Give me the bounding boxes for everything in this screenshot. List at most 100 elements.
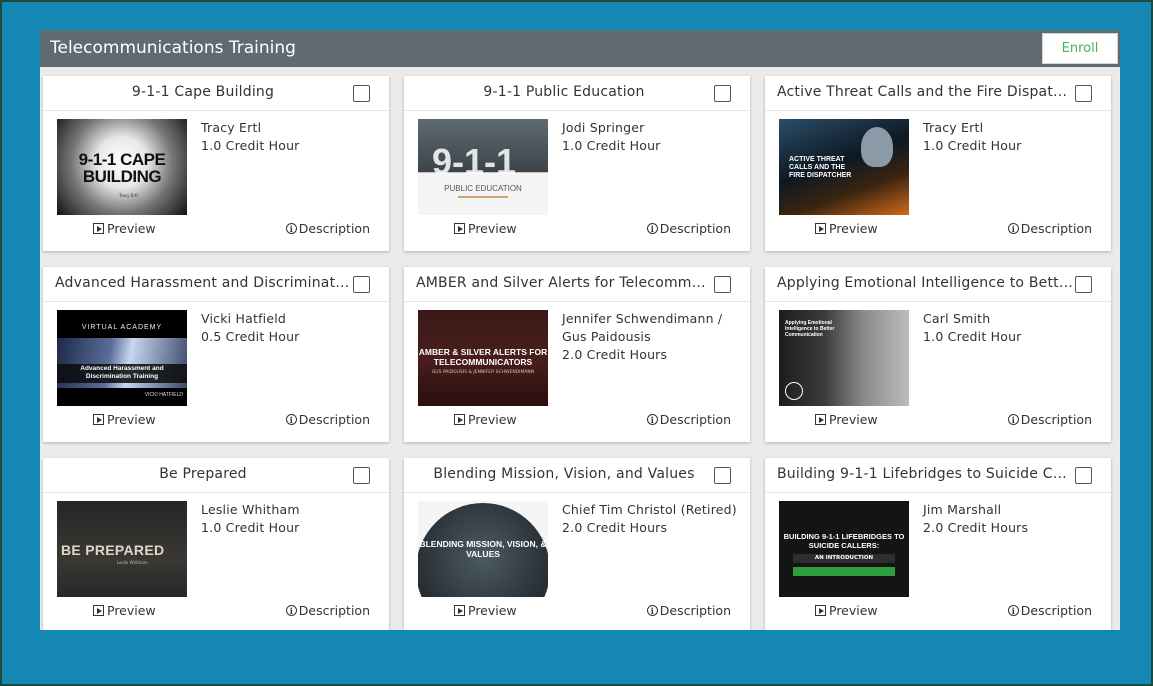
- course-title: 9-1-1 Public Education: [483, 84, 645, 100]
- instructor-name: Chief Tim Christol (Retired): [562, 502, 737, 517]
- thumb-title: 9-1-1: [432, 141, 517, 182]
- credit-hours: 1.0 Credit Hour: [201, 520, 300, 535]
- preview-label: Preview: [829, 221, 878, 236]
- credit-hours: 1.0 Credit Hour: [201, 138, 300, 153]
- card-actions: Preview i Description: [404, 412, 750, 432]
- select-checkbox[interactable]: [1075, 85, 1092, 102]
- info-icon: i: [285, 223, 297, 234]
- play-icon: [454, 605, 465, 616]
- course-title: Active Threat Calls and the Fire Dispatc…: [777, 84, 1073, 100]
- description-link[interactable]: i Description: [285, 221, 370, 236]
- select-checkbox[interactable]: [714, 276, 731, 293]
- thumb-graphic: [785, 382, 803, 400]
- preview-label: Preview: [829, 412, 878, 427]
- card-actions: Preview i Description: [404, 221, 750, 241]
- course-title: Advanced Harassment and Discrimination T…: [55, 275, 351, 291]
- preview-link[interactable]: Preview: [93, 412, 156, 427]
- card-actions: Preview i Description: [43, 221, 389, 241]
- card-header: 9-1-1 Public Education: [404, 76, 750, 111]
- app-frame: Telecommunications Training Enroll 9-1-1…: [0, 0, 1153, 686]
- thumb-subtitle: Leslie Whitham: [117, 560, 148, 565]
- select-checkbox[interactable]: [714, 467, 731, 484]
- select-checkbox[interactable]: [353, 276, 370, 293]
- card-header: Building 9-1-1 Lifebridges to Suicide Ca…: [765, 458, 1111, 493]
- course-title: Applying Emotional Intelligence to Bette…: [777, 275, 1073, 291]
- card-actions: Preview i Description: [43, 412, 389, 432]
- select-checkbox[interactable]: [353, 85, 370, 102]
- description-link[interactable]: i Description: [1007, 221, 1092, 236]
- select-checkbox[interactable]: [353, 467, 370, 484]
- training-panel: Telecommunications Training Enroll 9-1-1…: [40, 30, 1120, 630]
- course-thumbnail[interactable]: 9-1-1 CAPE BUILDING Tracy Ertl: [57, 119, 187, 215]
- course-meta: Jim Marshall 2.0 Credit Hours: [923, 501, 1103, 537]
- preview-link[interactable]: Preview: [815, 412, 878, 427]
- play-icon: [454, 223, 465, 234]
- description-link[interactable]: i Description: [1007, 412, 1092, 427]
- instructor-name: Tracy Ertl: [923, 120, 984, 135]
- course-thumbnail[interactable]: AMBER & SILVER ALERTS FOR TELECOMMUNICAT…: [418, 310, 548, 406]
- description-link[interactable]: i Description: [646, 221, 731, 236]
- select-checkbox[interactable]: [1075, 276, 1092, 293]
- preview-link[interactable]: Preview: [815, 221, 878, 236]
- card-header: 9-1-1 Cape Building: [43, 76, 389, 111]
- course-title: Blending Mission, Vision, and Values: [433, 466, 695, 482]
- thumb-title: BE PREPARED: [61, 542, 165, 558]
- course-thumbnail[interactable]: VIRTUAL ACADEMY Advanced Harassment and D…: [57, 310, 187, 406]
- description-link[interactable]: i Description: [285, 603, 370, 618]
- preview-link[interactable]: Preview: [93, 603, 156, 618]
- course-thumbnail[interactable]: ACTIVE THREAT CALLS AND THE FIRE DISPATC…: [779, 119, 909, 215]
- thumb-subtitle: GUS PAIDOUSIS & JENNIFER SCHWENDIMANN: [431, 370, 535, 375]
- course-thumbnail[interactable]: BLENDING MISSION, VISION, & VALUES: [418, 501, 548, 597]
- thumb-title: Advanced Harassment and Discrimination T…: [57, 364, 187, 383]
- description-label: Description: [659, 412, 731, 427]
- info-icon: i: [285, 414, 297, 425]
- play-icon: [815, 223, 826, 234]
- card-actions: Preview i Description: [404, 603, 750, 623]
- course-thumbnail[interactable]: BE PREPARED Leslie Whitham: [57, 501, 187, 597]
- preview-link[interactable]: Preview: [93, 221, 156, 236]
- thumb-logo: VIRTUAL ACADEMY: [81, 324, 163, 331]
- enroll-button[interactable]: Enroll: [1042, 33, 1118, 64]
- card-header: Active Threat Calls and the Fire Dispatc…: [765, 76, 1111, 111]
- info-icon: i: [1007, 414, 1019, 425]
- course-title: Be Prepared: [159, 466, 247, 482]
- description-link[interactable]: i Description: [646, 603, 731, 618]
- select-checkbox[interactable]: [714, 85, 731, 102]
- preview-link[interactable]: Preview: [815, 603, 878, 618]
- credit-hours: 2.0 Credit Hours: [562, 347, 668, 362]
- course-card: Active Threat Calls and the Fire Dispatc…: [765, 76, 1111, 251]
- card-header: AMBER and Silver Alerts for Telecommunic…: [404, 267, 750, 302]
- preview-link[interactable]: Preview: [454, 221, 517, 236]
- preview-label: Preview: [107, 603, 156, 618]
- preview-label: Preview: [107, 412, 156, 427]
- select-checkbox[interactable]: [1075, 467, 1092, 484]
- credit-hours: 0.5 Credit Hour: [201, 329, 300, 344]
- course-meta: Chief Tim Christol (Retired) 2.0 Credit …: [562, 501, 742, 537]
- preview-label: Preview: [829, 603, 878, 618]
- thumb-divider: [458, 196, 508, 198]
- description-label: Description: [659, 221, 731, 236]
- preview-link[interactable]: Preview: [454, 412, 517, 427]
- preview-label: Preview: [107, 221, 156, 236]
- info-icon: i: [646, 414, 658, 425]
- description-link[interactable]: i Description: [285, 412, 370, 427]
- course-title: Building 9-1-1 Lifebridges to Suicide Ca…: [777, 466, 1073, 482]
- course-thumbnail[interactable]: 9-1-1 PUBLIC EDUCATION: [418, 119, 548, 215]
- thumb-title: BUILDING 9-1-1 LIFEBRIDGES TO SUICIDE CA…: [783, 532, 905, 550]
- course-thumbnail[interactable]: BUILDING 9-1-1 LIFEBRIDGES TO SUICIDE CA…: [779, 501, 909, 597]
- description-label: Description: [659, 603, 731, 618]
- thumb-graphic: [793, 567, 895, 576]
- course-thumbnail[interactable]: Applying Emotional Intelligence to Bette…: [779, 310, 909, 406]
- course-card: Building 9-1-1 Lifebridges to Suicide Ca…: [765, 458, 1111, 630]
- credit-hours: 1.0 Credit Hour: [562, 138, 661, 153]
- description-link[interactable]: i Description: [646, 412, 731, 427]
- preview-link[interactable]: Preview: [454, 603, 517, 618]
- course-meta: Jodi Springer 1.0 Credit Hour: [562, 119, 742, 155]
- description-link[interactable]: i Description: [1007, 603, 1092, 618]
- thumb-subtitle: AN INTRODUCTION: [793, 554, 895, 563]
- instructor-name: Jodi Springer: [562, 120, 645, 135]
- play-icon: [93, 605, 104, 616]
- thumb-title: AMBER & SILVER ALERTS FOR TELECOMMUNICAT…: [418, 347, 548, 367]
- instructor-name: Carl Smith: [923, 311, 991, 326]
- card-header: Be Prepared: [43, 458, 389, 493]
